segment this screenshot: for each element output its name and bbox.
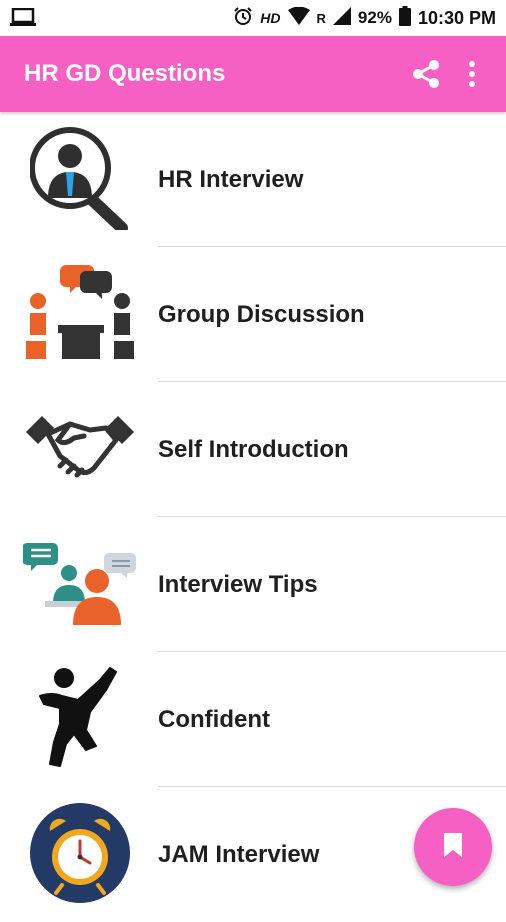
app-title: HR GD Questions	[24, 60, 226, 87]
roaming-indicator: R	[316, 10, 326, 26]
bookmark-fab-button[interactable]	[414, 808, 492, 886]
app-bar: HR GD Questions	[0, 36, 506, 112]
category-list: HR Interview Group Discussion Self Intro…	[0, 112, 506, 922]
hr-interview-icon	[22, 126, 138, 230]
list-item-label: Self Introduction	[158, 436, 349, 463]
share-icon[interactable]	[410, 58, 442, 95]
list-item-label: JAM Interview	[158, 841, 320, 868]
list-item-group-discussion[interactable]: Group Discussion	[0, 247, 506, 382]
list-item-self-introduction[interactable]: Self Introduction	[0, 382, 506, 517]
list-item-confident[interactable]: Confident	[0, 652, 506, 787]
list-item-hr-interview[interactable]: HR Interview	[0, 112, 506, 247]
confident-person-icon	[22, 666, 138, 770]
battery-percent: 92%	[357, 8, 392, 27]
list-item-label: HR Interview	[158, 166, 304, 193]
list-item-interview-tips[interactable]: Interview Tips	[0, 517, 506, 652]
hd-indicator: HD	[260, 10, 281, 26]
laptop-icon	[10, 7, 36, 31]
list-item-label: Group Discussion	[158, 301, 365, 328]
signal-icon	[332, 6, 351, 30]
alarm-status-icon	[233, 6, 253, 31]
clock-time: 10:30 PM	[417, 7, 496, 28]
battery-icon	[398, 5, 411, 31]
list-item-label: Confident	[158, 706, 270, 733]
list-item-label: Interview Tips	[158, 571, 318, 598]
wifi-icon	[287, 6, 310, 30]
group-discussion-icon	[22, 261, 138, 365]
bookmark-icon	[442, 831, 464, 864]
alarm-clock-icon	[22, 801, 138, 905]
interview-tips-icon	[22, 531, 138, 635]
handshake-icon	[22, 396, 138, 500]
more-vert-icon[interactable]	[466, 60, 478, 93]
status-bar: HD R 92% 10:30 PM	[0, 0, 506, 36]
